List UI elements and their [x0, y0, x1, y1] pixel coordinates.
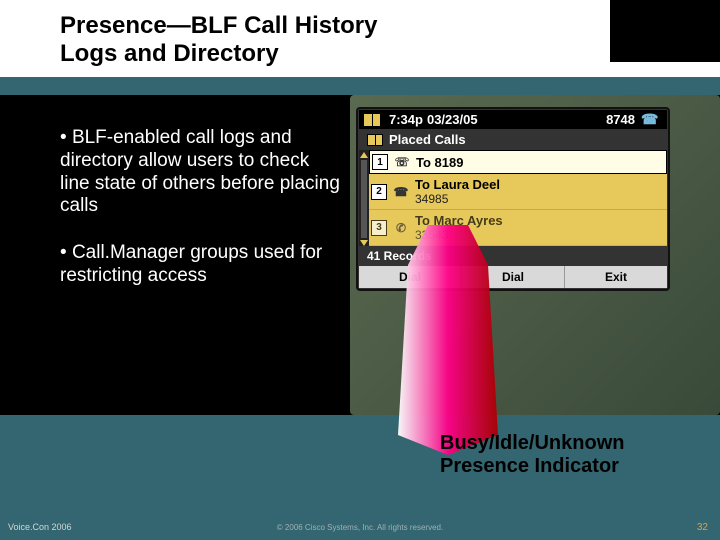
- book-icon: [367, 134, 383, 146]
- phone-status-bar: 7:34p 03/23/05 8748: [359, 110, 667, 129]
- phone-list-wrap: 1 ☏ To 8189 2 ☎ To Laura Deel 34985: [359, 150, 667, 246]
- footer-page-number: 32: [697, 522, 708, 533]
- phone-screen-title: Placed Calls: [389, 132, 466, 147]
- slide-footer: Voice.Con 2006 © 2006 Cisco Systems, Inc…: [0, 514, 720, 540]
- phone-time: 7:34p: [389, 112, 423, 127]
- phone-scrollbar[interactable]: [359, 150, 369, 246]
- row-index: 3: [371, 220, 387, 236]
- list-item[interactable]: 1 ☏ To 8189: [369, 150, 667, 174]
- phone-softkeys: Dial Dial Exit: [359, 266, 667, 288]
- row-label: To Laura Deel: [415, 177, 500, 192]
- bullet-list: BLF-enabled call logs and directory allo…: [0, 95, 350, 415]
- softkey-dial-2[interactable]: Dial: [462, 266, 565, 288]
- footer-left: Voice.Con 2006: [8, 522, 72, 532]
- phone-screen: 7:34p 03/23/05 8748 Placed Calls: [358, 109, 668, 289]
- bullet-item: Call.Manager groups used for restricting…: [60, 242, 340, 288]
- phone-date: 03/23/05: [427, 112, 478, 127]
- presence-unknown-icon: ✆: [393, 221, 409, 235]
- records-count: 41 Records: [367, 249, 432, 263]
- row-label: To Marc Ayres: [415, 213, 503, 228]
- phone-extension: 8748: [606, 112, 635, 127]
- list-item[interactable]: 2 ☎ To Laura Deel 34985: [369, 174, 667, 210]
- phone-records-bar: 41 Records: [359, 246, 667, 266]
- slide-header: Presence—BLF Call History Logs and Direc…: [0, 0, 720, 77]
- phone-screenshot: 7:34p 03/23/05 8748 Placed Calls: [350, 95, 720, 415]
- corner-block: [610, 0, 720, 62]
- title-line-1: Presence—BLF Call History: [60, 12, 377, 39]
- directory-icon: [363, 113, 381, 127]
- list-item[interactable]: 3 ✆ To Marc Ayres 33543: [369, 210, 667, 246]
- row-label: To 8189: [416, 155, 463, 170]
- presence-idle-icon: ☏: [394, 155, 410, 169]
- row-number: 34985: [415, 192, 500, 206]
- scroll-track: [361, 160, 367, 238]
- softkey-dial[interactable]: Dial: [359, 266, 462, 288]
- scroll-down-icon: [360, 240, 368, 246]
- caption-line-2: Presence Indicator: [440, 455, 619, 477]
- row-number: 33543: [415, 228, 503, 242]
- softkey-exit[interactable]: Exit: [565, 266, 667, 288]
- phone-screen-title-bar: Placed Calls: [359, 129, 667, 150]
- row-index: 1: [372, 154, 388, 170]
- bullet-item: BLF-enabled call logs and directory allo…: [60, 127, 340, 218]
- slide-body: BLF-enabled call logs and directory allo…: [0, 95, 720, 415]
- phone-call-list: 1 ☏ To 8189 2 ☎ To Laura Deel 34985: [369, 150, 667, 246]
- scroll-up-icon: [360, 152, 368, 158]
- presence-busy-icon: ☎: [393, 185, 409, 199]
- phone-handset-icon: [641, 113, 659, 127]
- slide: Presence—BLF Call History Logs and Direc…: [0, 0, 720, 540]
- caption-line-1: Busy/Idle/Unknown: [440, 432, 624, 454]
- title-line-2: Logs and Directory: [60, 40, 279, 67]
- row-index: 2: [371, 184, 387, 200]
- footer-center: © 2006 Cisco Systems, Inc. All rights re…: [0, 523, 720, 532]
- caption: Busy/Idle/Unknown Presence Indicator: [440, 432, 624, 478]
